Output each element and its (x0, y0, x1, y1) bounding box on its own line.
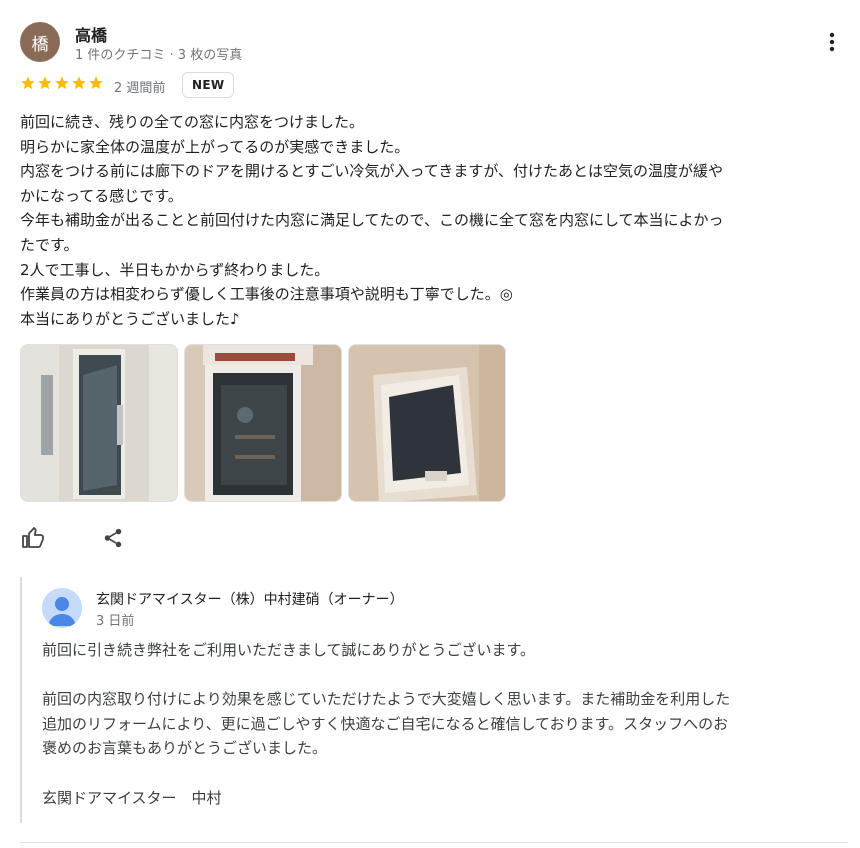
owner-reply-text: 前回に引き続き弊社をご利用いただきまして誠にありがとうございます。前回の内窓取り… (42, 638, 854, 810)
reviewer-avatar[interactable]: 橋 (20, 22, 60, 62)
share-button[interactable] (99, 524, 127, 552)
review-text-line: 2人で工事し、半日もかからず終わりました。 (20, 260, 330, 279)
review-photo-1[interactable] (20, 344, 178, 502)
reply-text-line (42, 663, 854, 688)
window-photo-image (349, 345, 505, 501)
star-icon (72, 76, 86, 90)
new-badge: NEW (182, 72, 235, 98)
owner-name: 玄関ドアマイスター（株）中村建硝（オーナー） (96, 592, 404, 608)
person-icon (42, 588, 82, 628)
reply-text-line: 前回の内窓取り付けにより効果を感じていただけたようで大変嬉しく思います。また補助… (42, 690, 731, 709)
share-icon (104, 528, 122, 548)
star-icon (38, 76, 52, 90)
review-photo-2[interactable] (184, 344, 342, 502)
reply-text-line (42, 761, 854, 786)
divider (20, 842, 848, 843)
star-icon (21, 76, 35, 90)
star-icon (89, 76, 103, 90)
review-text-line: 作業員の方は相変わらず優しく工事後の注意事項や説明も丁寧でした。◎ (20, 285, 513, 304)
review-text-line: 前回に続き、残りの全ての窓に内窓をつけました。 (20, 113, 364, 131)
review-text-line: 本当にありがとうございました♪ (20, 309, 240, 328)
reply-text-line: 玄関ドアマイスター 中村 (42, 788, 222, 807)
review-text-line: たです。 (20, 235, 79, 254)
owner-reply-time: 3 日前 (96, 614, 135, 629)
review-text-line: 今年も補助金が出ることと前回付けた内窓に満足してたので、この機に全て窓を内窓にし… (20, 211, 724, 230)
window-photo-image (21, 345, 177, 501)
review-text-line: 内窓をつける前には廊下のドアを開けるとすごい冷気が入ってきますが、付けたあとは空… (20, 162, 724, 181)
more-vert-icon (829, 32, 835, 52)
review-photo-3[interactable] (348, 344, 506, 502)
owner-avatar[interactable] (42, 588, 82, 628)
reviewer-name[interactable]: 高橋 (75, 22, 107, 46)
reply-text-line: 追加のリフォームにより、更に過ごしやすく快適なご自宅になると確信しております。ス… (42, 714, 729, 733)
like-button[interactable] (19, 524, 47, 552)
star-rating (20, 75, 104, 95)
review-text: 前回に続き、残りの全ての窓に内窓をつけました。明らかに家全体の温度が上がってるの… (20, 110, 848, 331)
reply-text-line: 前回に引き続き弊社をご利用いただきまして誠にありがとうございます。 (42, 641, 536, 659)
thumb-up-icon (22, 527, 44, 548)
reviewer-meta: 1 件のクチコミ · 3 枚の写真 (75, 48, 243, 63)
star-icon (55, 76, 69, 90)
window-photo-image (185, 345, 341, 501)
review-text-line: かになってる感じです。 (20, 186, 183, 205)
reply-text-line: 褒めのお言葉もありがとうございました。 (42, 739, 328, 758)
more-options-button[interactable] (818, 28, 846, 56)
review-time: 2 週間前 (114, 81, 166, 96)
review-text-line: 明らかに家全体の温度が上がってるのが実感できました。 (20, 137, 410, 156)
reply-indent-bar (20, 577, 22, 823)
